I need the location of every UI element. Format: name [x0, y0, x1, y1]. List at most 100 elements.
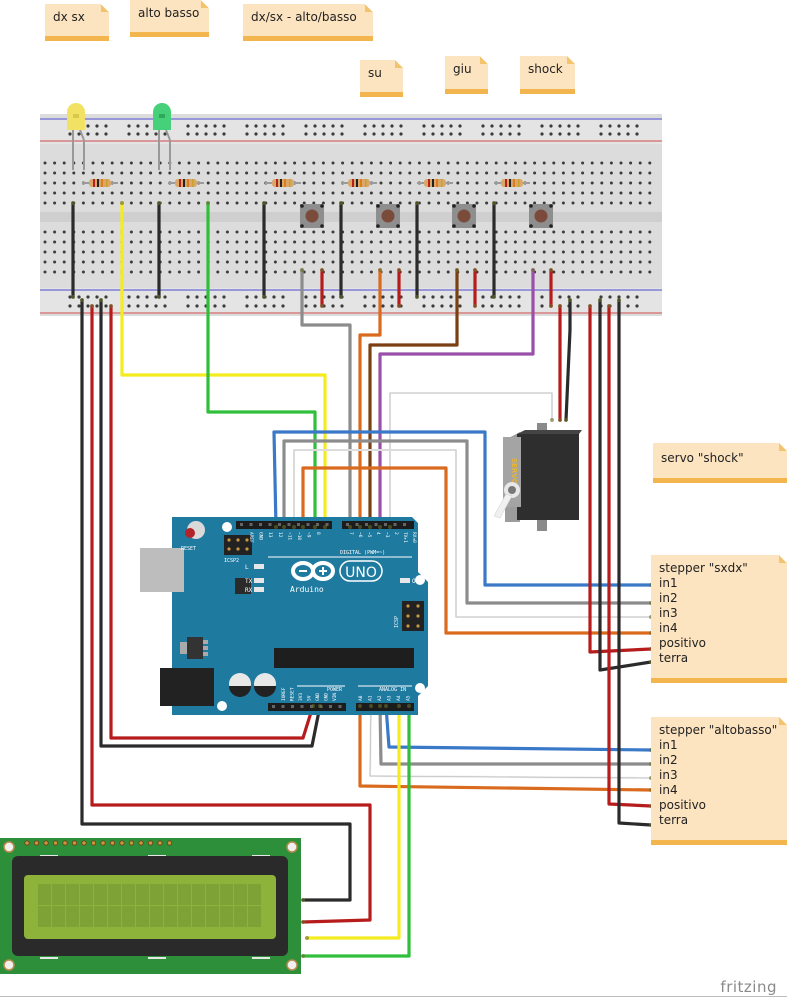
breadboard-hole [427, 201, 431, 205]
breadboard-hole [398, 250, 402, 254]
breadboard-hole [187, 250, 191, 254]
lcd-cell [80, 906, 93, 927]
breadboard-hole [619, 201, 623, 205]
wire-endpoint [301, 525, 305, 529]
breadboard-hole [458, 295, 462, 299]
breadboard-hole [590, 230, 594, 234]
wire-endpoint [282, 525, 286, 529]
reset-button[interactable] [185, 528, 195, 538]
breadboard-hole [456, 240, 460, 244]
stepper-pin: in4 [659, 621, 678, 635]
wire-endpoint [318, 704, 322, 708]
breadboard-hole [481, 132, 485, 136]
breadboard-hole [372, 295, 376, 299]
breadboard-hole [225, 181, 229, 185]
breadboard-hole [446, 201, 450, 205]
breadboard-hole [600, 191, 604, 195]
breadboard-hole [517, 132, 521, 136]
status-led-label: L [245, 564, 249, 571]
header-pin [365, 523, 368, 526]
breadboard-hole [254, 270, 258, 274]
breadboard-hole [313, 295, 317, 299]
breadboard-hole [139, 230, 143, 234]
breadboard-hole [590, 270, 594, 274]
breadboard-hole [43, 181, 47, 185]
breadboard-hole [523, 201, 527, 205]
wire-endpoint [320, 268, 324, 272]
breadboard-hole [540, 124, 544, 128]
breadboard-hole [187, 201, 191, 205]
reset-label: RESET [181, 546, 196, 552]
breadboard-hole [369, 270, 373, 274]
breadboard-hole [43, 250, 47, 254]
stepper-pin: positivo [659, 798, 707, 812]
breadboard-hole [581, 171, 585, 175]
breadboard-hole [127, 124, 131, 128]
wire-endpoint [407, 704, 411, 708]
breadboard-hole [369, 171, 373, 175]
breadboard-hole [360, 260, 364, 264]
breadboard-hole [95, 132, 99, 136]
breadboard-hole [475, 240, 479, 244]
breadboard-hole [533, 260, 537, 264]
pushbutton-leg [529, 204, 533, 208]
breadboard-hole [513, 240, 517, 244]
breadboard-hole [331, 240, 335, 244]
breadboard-hole [490, 132, 494, 136]
breadboard-hole [629, 181, 633, 185]
digital-pin-label: TX▸1 [402, 532, 408, 543]
lcd-cell [122, 906, 135, 927]
breadboard-hole [235, 260, 239, 264]
note-servo-shock: servo "shock" [653, 443, 787, 483]
breadboard-hole [235, 250, 239, 254]
wire-endpoint [531, 268, 535, 272]
resistor-band [436, 179, 438, 187]
breadboard-hole [312, 240, 316, 244]
breadboard-hole [68, 304, 72, 308]
breadboard-hole [53, 230, 57, 234]
header-pin [236, 538, 240, 542]
breadboard-hole [312, 270, 316, 274]
breadboard-hole [235, 161, 239, 165]
breadboard-hole [110, 260, 114, 264]
wire-endpoint [71, 201, 75, 205]
breadboard-hole [389, 171, 393, 175]
breadboard-hole [254, 171, 258, 175]
digital-pin-label: ~9 [306, 532, 312, 538]
breadboard-hole [235, 240, 239, 244]
breadboard-hole [379, 161, 383, 165]
wire-yellow [305, 704, 401, 940]
wire-endpoint [415, 201, 419, 205]
breadboard-hole [263, 124, 267, 128]
breadboard-hole [465, 161, 469, 165]
breadboard-hole [638, 250, 642, 254]
wire-endpoint [378, 704, 382, 708]
breadboard-hole [91, 171, 95, 175]
breadboard-hole [609, 171, 613, 175]
lcd-cell [66, 906, 79, 927]
breadboard-hole [222, 304, 226, 308]
stepper-pin: terra [659, 651, 689, 665]
breadboard-hole [408, 191, 412, 195]
breadboard-hole [437, 250, 441, 254]
breadboard-hole [422, 124, 426, 128]
breadboard-hole [91, 191, 95, 195]
breadboard-hole [408, 181, 412, 185]
lcd-pin [43, 840, 49, 846]
breadboard-hole [552, 250, 556, 254]
breadboard-hole [571, 260, 575, 264]
pushbutton-cap [305, 209, 319, 223]
breadboard-hole [552, 191, 556, 195]
breadboard-hole [571, 270, 575, 274]
breadboard-hole [321, 161, 325, 165]
analog-pin-label: A0 [358, 695, 364, 701]
wire-endpoint [157, 201, 161, 205]
breadboard-hole [638, 260, 642, 264]
wire-endpoint [305, 936, 309, 940]
breadboard-hole [302, 181, 306, 185]
breadboard-hole [62, 270, 66, 274]
stepper-pin: in4 [659, 783, 678, 797]
lcd-cell [178, 884, 191, 905]
breadboard-hole [101, 240, 105, 244]
header-pin [227, 538, 231, 542]
